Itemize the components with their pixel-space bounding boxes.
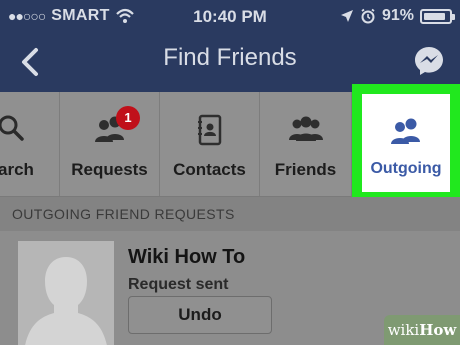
find-friends-screen: ●●○○○ SMART 10:40 PM 91% Find Friends ar… xyxy=(0,0,460,345)
tab-friends[interactable]: Friends xyxy=(260,92,352,196)
tab-outgoing-body: Outgoing xyxy=(362,94,450,192)
search-icon xyxy=(0,115,24,141)
watermark-prefix: wiki xyxy=(387,321,420,339)
contacts-book-icon xyxy=(197,114,221,146)
page-title: Find Friends xyxy=(163,44,297,71)
location-arrow-icon xyxy=(340,10,353,22)
battery-icon xyxy=(420,8,455,24)
tab-contacts[interactable]: Contacts xyxy=(160,92,260,196)
person-name[interactable]: Wiki How To xyxy=(128,246,245,269)
undo-button[interactable]: Undo xyxy=(128,296,272,334)
requests-badge: 1 xyxy=(116,106,140,130)
tab-contacts-label: Contacts xyxy=(173,160,246,179)
avatar[interactable] xyxy=(18,241,114,345)
tab-requests-label: Requests xyxy=(71,160,148,179)
wikihow-watermark: wikiHow xyxy=(384,315,460,345)
request-status: Request sent xyxy=(128,276,229,293)
default-avatar-icon xyxy=(18,241,114,345)
battery-fill xyxy=(424,12,446,20)
watermark-suffix: How xyxy=(419,321,457,339)
tab-friends-label: Friends xyxy=(274,160,337,179)
friends-icon xyxy=(288,116,323,141)
section-header: OUTGOING FRIEND REQUESTS xyxy=(0,197,460,231)
tab-requests[interactable]: 1 Requests xyxy=(60,92,160,196)
outgoing-requests-icon xyxy=(391,118,420,144)
tab-search-label: arch xyxy=(0,160,34,179)
status-right: 91% xyxy=(340,7,455,25)
tab-outgoing-label: Outgoing xyxy=(370,160,442,177)
top-bar: ●●○○○ SMART 10:40 PM 91% Find Friends xyxy=(0,0,460,92)
battery-percent: 91% xyxy=(381,7,414,24)
alarm-icon xyxy=(361,8,375,24)
messenger-icon[interactable] xyxy=(412,44,446,78)
tab-search[interactable]: arch xyxy=(0,92,60,196)
tab-outgoing[interactable]: Outgoing xyxy=(352,84,460,202)
section-header-label: OUTGOING FRIEND REQUESTS xyxy=(12,206,235,222)
